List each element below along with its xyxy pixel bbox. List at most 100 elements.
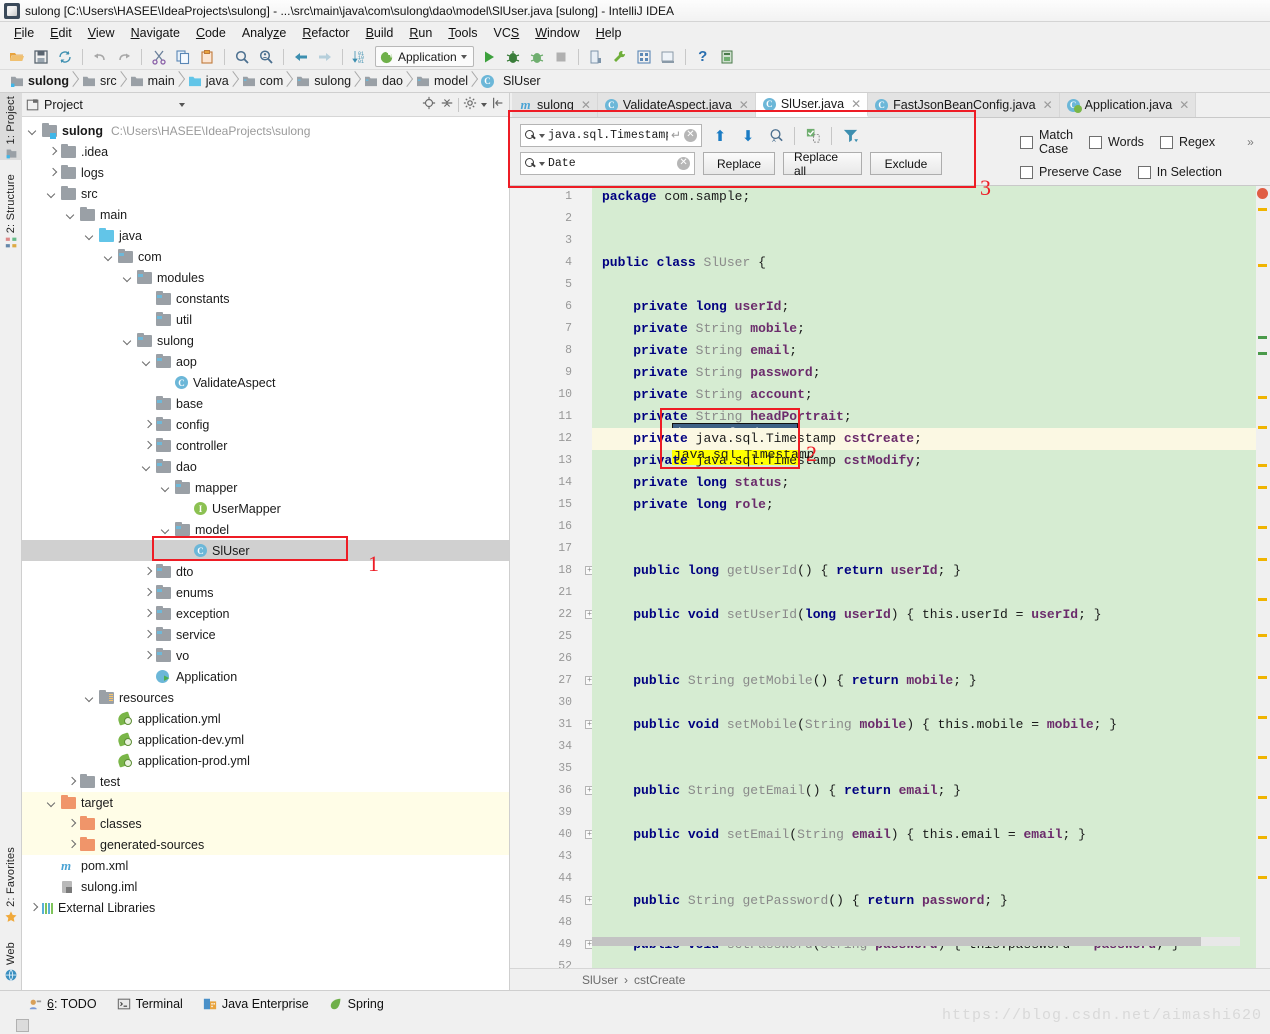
line-number[interactable]: 43: [510, 846, 578, 868]
chevron-down-icon[interactable]: [104, 251, 116, 263]
tree-node-sulong[interactable]: sulongC:\Users\HASEE\IdeaProjects\sulong: [22, 120, 509, 141]
chevron-right-icon[interactable]: [142, 650, 154, 662]
back-icon[interactable]: [290, 46, 312, 68]
line-number[interactable]: 35: [510, 758, 578, 780]
line-number[interactable]: 18+: [510, 560, 578, 582]
breadcrumb-item-src[interactable]: src: [78, 71, 126, 92]
breadcrumb-item-java[interactable]: java: [184, 71, 238, 92]
code-line[interactable]: private java.sql.Timestamp cstModify;: [592, 450, 1256, 472]
chevron-right-icon[interactable]: [66, 818, 78, 830]
tree-node-java[interactable]: java: [22, 225, 509, 246]
code-line[interactable]: [592, 230, 1256, 252]
tree-node-util[interactable]: util: [22, 309, 509, 330]
paste-icon[interactable]: [196, 46, 218, 68]
stop-icon[interactable]: [550, 46, 572, 68]
chevron-down-icon[interactable]: [142, 461, 154, 473]
code-line[interactable]: [592, 802, 1256, 824]
line-number[interactable]: 9: [510, 362, 578, 384]
breadcrumb-item-main[interactable]: main: [126, 71, 184, 92]
line-number[interactable]: 31+: [510, 714, 578, 736]
locate-icon[interactable]: [422, 96, 436, 113]
breadcrumb-item-sluser[interactable]: C SlUser: [477, 71, 550, 92]
run-icon[interactable]: [478, 46, 500, 68]
history-chevron-icon[interactable]: [539, 162, 545, 166]
code-line[interactable]: [592, 208, 1256, 230]
chevron-down-icon[interactable]: [161, 524, 173, 536]
line-number[interactable]: 13: [510, 450, 578, 472]
line-number[interactable]: 36+: [510, 780, 578, 802]
chevron-right-icon[interactable]: [142, 629, 154, 641]
close-icon[interactable]: ✕: [851, 97, 861, 111]
chevron-down-icon[interactable]: [47, 797, 59, 809]
tree-node-main[interactable]: main: [22, 204, 509, 225]
history-chevron-icon[interactable]: [539, 134, 545, 138]
code-line[interactable]: [592, 538, 1256, 560]
code-line[interactable]: public void setMobile(String mobile) { t…: [592, 714, 1256, 736]
prev-match-icon[interactable]: ⬆: [710, 127, 730, 145]
line-number[interactable]: 2: [510, 208, 578, 230]
code-line[interactable]: private String mobile;: [592, 318, 1256, 340]
code-line[interactable]: package com.sample;: [592, 186, 1256, 208]
tool-window-java-enterprise[interactable]: Java Enterprise: [203, 997, 309, 1011]
run-coverage-icon[interactable]: [526, 46, 548, 68]
undo-icon[interactable]: [89, 46, 111, 68]
checkbox[interactable]: [1160, 136, 1173, 149]
structure-icon[interactable]: [633, 46, 655, 68]
checkbox[interactable]: [1089, 136, 1102, 149]
tool-window-terminal[interactable]: Terminal: [117, 997, 183, 1011]
chevron-right-icon[interactable]: [142, 566, 154, 578]
chevron-down-icon[interactable]: [123, 335, 135, 347]
tree-node-target[interactable]: target: [22, 792, 509, 813]
menu-navigate[interactable]: Navigate: [123, 24, 188, 42]
close-icon[interactable]: ✕: [581, 98, 591, 112]
chevron-down-icon[interactable]: [179, 103, 185, 107]
tree-node-validateaspect[interactable]: CValidateAspect: [22, 372, 509, 393]
option-match-case[interactable]: Match Case: [1020, 128, 1073, 156]
stripe-marker[interactable]: [1258, 558, 1267, 561]
tree-node-vo[interactable]: vo: [22, 645, 509, 666]
line-number[interactable]: 8: [510, 340, 578, 362]
stripe-marker[interactable]: [1258, 426, 1267, 429]
line-number[interactable]: 15: [510, 494, 578, 516]
save-all-icon[interactable]: [30, 46, 52, 68]
tree-node-application[interactable]: Application: [22, 666, 509, 687]
stripe-marker[interactable]: [1258, 526, 1267, 529]
menu-window[interactable]: Window: [527, 24, 587, 42]
line-number[interactable]: 30: [510, 692, 578, 714]
redo-icon[interactable]: [113, 46, 135, 68]
stripe-marker[interactable]: [1258, 464, 1267, 467]
editor-tab-bar[interactable]: msulong✕CValidateAspect.java✕CSlUser.jav…: [510, 93, 1270, 118]
sidebar-tab-favorites[interactable]: 2: Favorites: [0, 844, 22, 924]
chevron-down-icon[interactable]: [47, 188, 59, 200]
tree-node-sluser[interactable]: CSlUser: [22, 540, 509, 561]
tree-node-generated-sources[interactable]: generated-sources: [22, 834, 509, 855]
code-line[interactable]: public void setEmail(String email) { thi…: [592, 824, 1256, 846]
code-line[interactable]: [592, 736, 1256, 758]
horizontal-scrollbar[interactable]: [592, 937, 1240, 946]
tree-node-service[interactable]: service: [22, 624, 509, 645]
menu-edit[interactable]: Edit: [42, 24, 80, 42]
stripe-marker[interactable]: [1258, 352, 1267, 355]
breadcrumb-item-model[interactable]: model: [412, 71, 477, 92]
stripe-marker[interactable]: [1258, 716, 1267, 719]
menu-refactor[interactable]: Refactor: [294, 24, 357, 42]
breadcrumb-item-dao[interactable]: dao: [360, 71, 412, 92]
code-line[interactable]: public String getEmail() { return email;…: [592, 780, 1256, 802]
stripe-marker[interactable]: [1258, 756, 1267, 759]
code-line[interactable]: public long getUserId() { return userId;…: [592, 560, 1256, 582]
line-number[interactable]: 40+: [510, 824, 578, 846]
stripe-marker[interactable]: [1258, 634, 1267, 637]
menu-run[interactable]: Run: [401, 24, 440, 42]
sidebar-tab-project[interactable]: 1: Project: [0, 93, 22, 160]
chevron-right-icon[interactable]: [66, 839, 78, 851]
tree-node-exception[interactable]: exception: [22, 603, 509, 624]
tool-window-todo[interactable]: 6: TODO: [28, 997, 97, 1011]
expand-options-icon[interactable]: »: [1247, 135, 1254, 149]
code-line[interactable]: [592, 274, 1256, 296]
replace-button[interactable]: Replace: [703, 152, 775, 175]
project-tree[interactable]: sulongC:\Users\HASEE\IdeaProjects\sulong…: [22, 117, 509, 990]
code-line[interactable]: private long status;: [592, 472, 1256, 494]
chevron-right-icon[interactable]: [66, 776, 78, 788]
line-number[interactable]: 12: [510, 428, 578, 450]
line-number[interactable]: 22+: [510, 604, 578, 626]
